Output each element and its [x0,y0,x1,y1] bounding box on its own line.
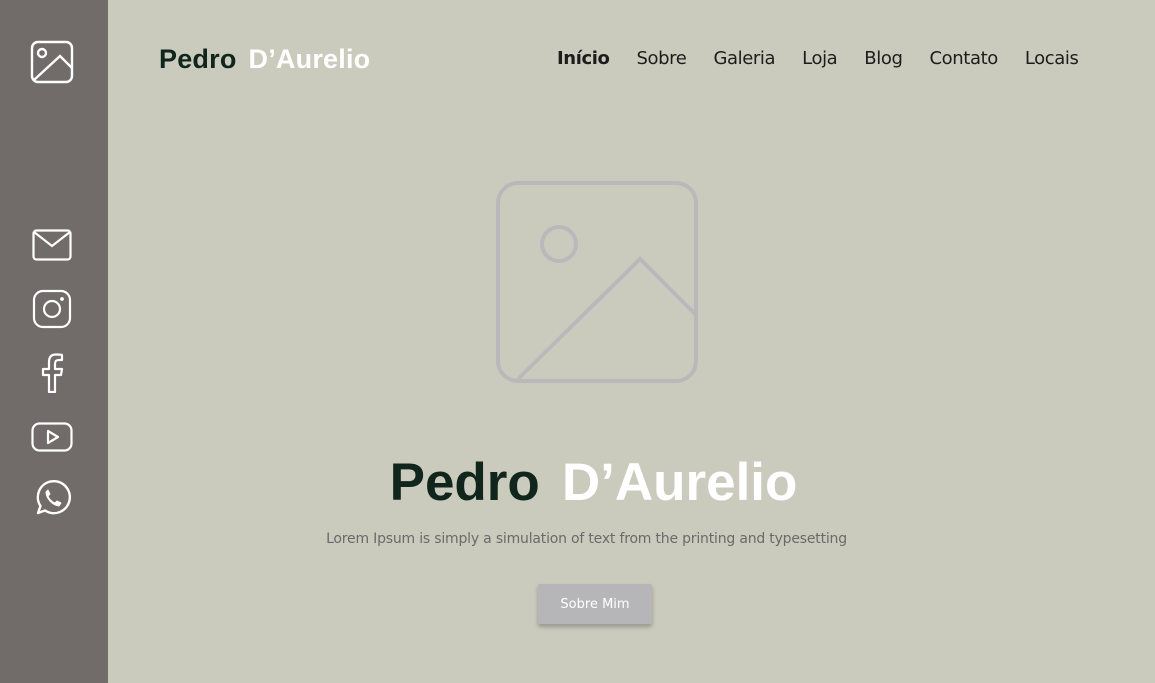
nav-item-inicio[interactable]: Início [557,48,610,69]
nav-item-locais[interactable]: Locais [1025,48,1079,69]
instagram-icon[interactable] [26,287,78,331]
hero-title-first: Pedro [389,453,540,512]
hero-title-last: D’Aurelio [561,453,798,512]
logo-last-name: D’Aurelio [248,44,371,74]
sidebar [0,0,108,683]
nav-item-contato[interactable]: Contato [930,48,999,69]
main-nav: Início Sobre Galeria Loja Blog Contato L… [557,48,1106,69]
hero-image-placeholder-icon [496,181,698,383]
nav-item-loja[interactable]: Loja [802,48,838,69]
about-me-button[interactable]: Sobre Mim [538,584,652,624]
mail-icon[interactable] [26,223,78,267]
hero-title: Pedro D’Aurelio [0,452,1155,513]
hero-subtitle: Lorem Ipsum is simply a simulation of te… [326,531,847,547]
nav-item-sobre[interactable]: Sobre [637,48,687,69]
nav-item-blog[interactable]: Blog [864,48,903,69]
image-icon[interactable] [26,40,78,84]
logo-first-name: Pedro [159,44,237,74]
nav-item-galeria[interactable]: Galeria [713,48,775,69]
site-logo[interactable]: Pedro D’Aurelio [159,44,370,75]
facebook-icon[interactable] [26,351,78,395]
